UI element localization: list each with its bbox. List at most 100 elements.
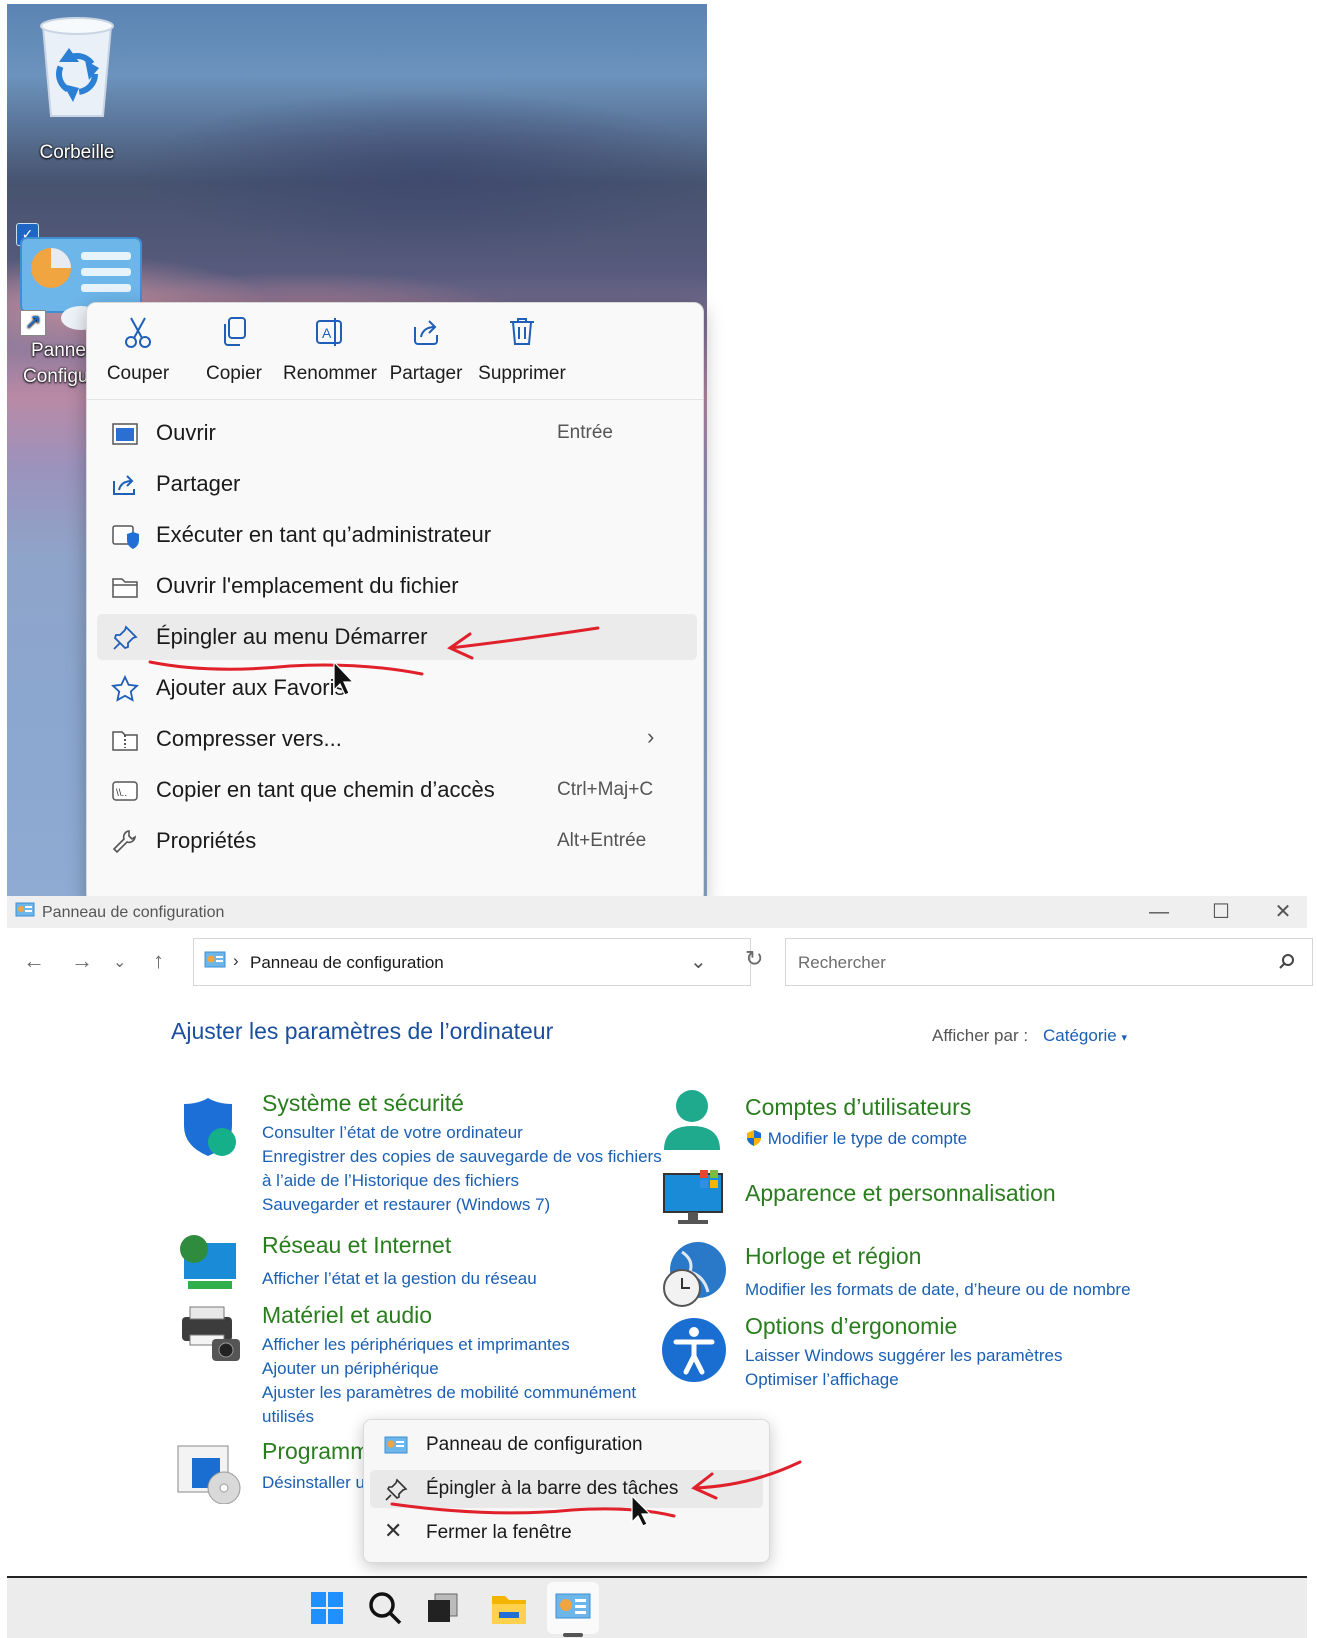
- category-link[interactable]: Afficher les périphériques et imprimante…: [262, 1333, 636, 1357]
- category-programs: Programm Désinstaller ur: [262, 1438, 371, 1495]
- category-title[interactable]: Options d’ergonomie: [745, 1313, 1062, 1340]
- menu-item-share[interactable]: Partager: [97, 461, 697, 507]
- jump-item-close-window[interactable]: ✕ Fermer la fenêtre: [370, 1514, 763, 1552]
- file-explorer-icon[interactable]: [489, 1588, 529, 1628]
- breadcrumb[interactable]: Panneau de configuration: [250, 953, 444, 973]
- scissors-icon: [125, 317, 151, 348]
- copy-button[interactable]: Copier: [184, 315, 284, 385]
- category-ease-of-access: Options d’ergonomie Laisser Windows sugg…: [745, 1313, 1062, 1392]
- submenu-chevron-icon: ›: [647, 724, 655, 749]
- jump-item-pin-taskbar[interactable]: Épingler à la barre des tâches: [370, 1470, 763, 1508]
- svg-text:A: A: [322, 325, 332, 341]
- category-link[interactable]: Modifier les formats de date, d’heure ou…: [745, 1278, 1131, 1302]
- context-toolbar: Couper Copier A Renommer Partager Suppri…: [87, 303, 703, 400]
- view-by-label: Afficher par :: [932, 1026, 1029, 1045]
- control-panel-icon[interactable]: [553, 1588, 593, 1628]
- search-icon[interactable]: [365, 1588, 405, 1628]
- share-icon: [414, 320, 438, 345]
- menu-item-properties[interactable]: Propriétés Alt+Entrée: [97, 818, 697, 864]
- pin-icon: [385, 1478, 408, 1501]
- zip-icon: [112, 731, 138, 751]
- menu-item-open[interactable]: Ouvrir Entrée: [97, 410, 697, 456]
- control-panel-shortcut-label-2: Configu: [23, 366, 89, 387]
- up-arrow-icon[interactable]: ↑: [153, 948, 164, 974]
- search-box[interactable]: [785, 938, 1313, 986]
- cut-button[interactable]: Couper: [88, 315, 188, 385]
- menu-item-compress[interactable]: Compresser vers... ›: [97, 716, 697, 762]
- control-panel-app-icon: [15, 902, 35, 917]
- search-icon[interactable]: [1278, 953, 1296, 971]
- page-title: Ajuster les paramètres de l’ordinateur: [171, 1018, 554, 1044]
- trash-icon: [510, 318, 534, 345]
- delete-button[interactable]: Supprimer: [472, 315, 572, 385]
- dropdown-caret-icon: ▾: [1121, 1032, 1127, 1044]
- folder-icon: [112, 578, 138, 598]
- jump-item-control-panel[interactable]: Panneau de configuration: [370, 1426, 763, 1464]
- view-by-value: Catégorie: [1043, 1026, 1117, 1045]
- forward-arrow-icon[interactable]: →: [71, 948, 93, 974]
- category-title[interactable]: Horloge et région: [745, 1243, 1131, 1270]
- search-input[interactable]: [796, 949, 1240, 977]
- menu-item-run-as-admin[interactable]: Exécuter en tant qu’administrateur: [97, 512, 697, 558]
- menu-item-add-favorites[interactable]: Ajouter aux Favoris: [97, 665, 697, 711]
- close-button[interactable]: ✕: [1259, 898, 1307, 926]
- recent-chevron-down-icon[interactable]: ⌄: [113, 952, 126, 972]
- category-link[interactable]: Afficher l’état et la gestion du réseau: [262, 1267, 537, 1291]
- taskbar: [7, 1576, 1307, 1638]
- category-link-text[interactable]: Modifier le type de compte: [768, 1129, 967, 1148]
- category-link[interactable]: à l’aide de l’Historique des fichiers: [262, 1169, 662, 1193]
- network-globe-icon: [180, 1235, 236, 1289]
- category-title[interactable]: Comptes d’utilisateurs: [745, 1094, 971, 1121]
- refresh-icon[interactable]: ↻: [745, 946, 763, 972]
- shield-icon: [112, 525, 139, 549]
- category-hardware-sound: Matériel et audio Afficher les périphéri…: [262, 1302, 636, 1429]
- task-view-icon[interactable]: [423, 1588, 463, 1628]
- rename-button[interactable]: A Renommer: [280, 315, 380, 385]
- menu-item-open-location[interactable]: Ouvrir l'emplacement du fichier: [97, 563, 697, 609]
- taskbar-jump-list: Panneau de configuration Épingler à la b…: [363, 1419, 770, 1563]
- category-title[interactable]: Matériel et audio: [262, 1302, 636, 1329]
- address-dropdown-chevron-icon[interactable]: ⌄: [690, 949, 707, 974]
- shield-security-icon: [184, 1098, 236, 1156]
- accessibility-icon: [662, 1318, 726, 1382]
- copy-icon: [224, 317, 246, 346]
- control-panel-icon: [384, 1436, 408, 1454]
- share-toolbar-button[interactable]: Partager: [376, 315, 476, 385]
- category-link[interactable]: Optimiser l’affichage: [745, 1368, 1062, 1392]
- minimize-button[interactable]: —: [1135, 898, 1183, 926]
- maximize-button[interactable]: ☐: [1197, 898, 1245, 926]
- back-arrow-icon[interactable]: ←: [23, 948, 45, 974]
- windows-start-icon[interactable]: [307, 1588, 347, 1628]
- menu-item-pin-to-start[interactable]: Épingler au menu Démarrer: [97, 614, 697, 660]
- category-link[interactable]: Modifier le type de compte: [745, 1127, 971, 1151]
- recycle-bin-icon: [40, 17, 114, 117]
- category-title[interactable]: Apparence et personnalisation: [745, 1180, 1056, 1207]
- category-link[interactable]: Ajuster les paramètres de mobilité commu…: [262, 1381, 636, 1405]
- recycle-bin-shortcut[interactable]: Corbeille: [27, 12, 127, 166]
- navigation-bar: ← → ⌄ ↑ › Panneau de configuration ⌄ ↻: [7, 928, 1313, 996]
- svg-text:\\..: \\..: [116, 788, 127, 799]
- category-link[interactable]: Consulter l’état de votre ordinateur: [262, 1121, 662, 1145]
- category-link[interactable]: Sauvegarder et restaurer (Windows 7): [262, 1193, 662, 1217]
- clock-globe-icon: [663, 1242, 726, 1307]
- close-icon: ✕: [384, 1518, 403, 1543]
- category-title[interactable]: Système et sécurité: [262, 1090, 662, 1117]
- programs-icon: [177, 1445, 241, 1504]
- category-link[interactable]: Désinstaller ur: [262, 1471, 371, 1495]
- category-link[interactable]: Ajouter un périphérique: [262, 1357, 636, 1381]
- category-link[interactable]: Enregistrer des copies de sauvegarde de …: [262, 1145, 662, 1169]
- share-icon: [113, 475, 135, 495]
- control-panel-breadcrumb-icon: [204, 951, 226, 968]
- category-appearance: Apparence et personnalisation: [745, 1180, 1056, 1207]
- pin-icon: [113, 625, 138, 650]
- category-link[interactable]: Laisser Windows suggérer les paramètres: [745, 1344, 1062, 1368]
- window-title: Panneau de configuration: [42, 904, 225, 921]
- menu-item-copy-as-path[interactable]: \\.. Copier en tant que chemin d’accès C…: [97, 767, 697, 813]
- title-bar: Panneau de configuration — ☐ ✕: [7, 896, 1307, 928]
- category-title[interactable]: Réseau et Internet: [262, 1232, 537, 1259]
- category-title[interactable]: Programm: [262, 1438, 371, 1465]
- window-icon: [112, 423, 138, 445]
- address-bar[interactable]: › Panneau de configuration ⌄: [193, 938, 751, 986]
- category-clock-region: Horloge et région Modifier les formats d…: [745, 1243, 1131, 1302]
- view-by-dropdown[interactable]: Catégorie ▾: [1043, 1026, 1127, 1046]
